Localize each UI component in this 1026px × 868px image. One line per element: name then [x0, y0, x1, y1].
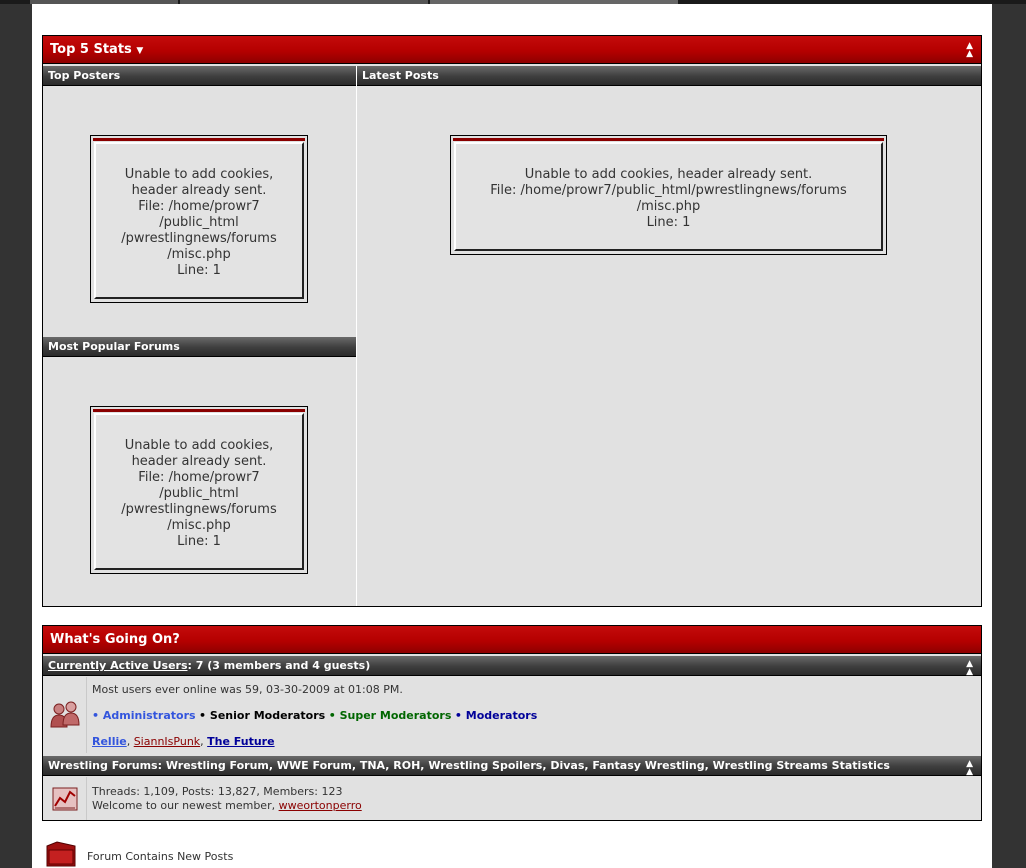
error-line: File: /home/prowr7/public_html/pwrestlin…: [490, 183, 847, 198]
error-line: header already sent.: [131, 183, 267, 198]
usergroup-legend: • Administrators • Senior Moderators • S…: [92, 709, 537, 722]
top-posters-error: Unable to add cookies, header already se…: [90, 135, 308, 303]
top-stats-header[interactable]: Top 5 Stats ▼ ▲ ▲: [43, 36, 981, 64]
member-link[interactable]: The Future: [207, 735, 274, 748]
statistics-chart-icon: [52, 787, 78, 811]
most-users-text: Most users ever online was 59, 03-30-200…: [92, 683, 403, 696]
legend-administrators[interactable]: • Administrators: [92, 709, 196, 722]
error-line: Line: 1: [177, 534, 221, 549]
error-line: Unable to add cookies, header already se…: [524, 167, 813, 182]
wgo-title: What's Going On?: [50, 632, 180, 647]
forum-stats-header: Wrestling Forums: Wrestling Forum, WWE F…: [43, 756, 981, 777]
newest-member-line: Welcome to our newest member, wweortonpe…: [92, 799, 362, 812]
member-link[interactable]: SiannIsPunk: [134, 735, 200, 748]
active-users-header: Currently Active Users: 7 (3 members and…: [43, 656, 981, 677]
error-line: /pwrestlingnews/forums: [121, 231, 277, 246]
users-online-icon: [50, 701, 80, 728]
legend-senior-moderators[interactable]: • Senior Moderators: [199, 709, 325, 722]
collapse-icon[interactable]: ▲ ▲: [966, 760, 973, 777]
wgo-header: What's Going On?: [43, 626, 981, 654]
active-users-link[interactable]: Currently Active Users: [48, 659, 188, 672]
error-line: /misc.php: [167, 518, 231, 533]
error-line: File: /home/prowr7: [138, 470, 260, 485]
legend-super-moderators[interactable]: • Super Moderators: [329, 709, 452, 722]
active-users-count: : 7 (3 members and 4 guests): [187, 659, 371, 672]
error-line: Line: 1: [177, 263, 221, 278]
latest-posts-header: Latest Posts: [357, 66, 981, 86]
error-line: /public_html: [159, 215, 239, 230]
popular-forums-header: Most Popular Forums: [43, 337, 356, 357]
top-posters-header: Top Posters: [43, 66, 356, 86]
error-line: File: /home/prowr7: [138, 199, 260, 214]
welcome-text: Welcome to our newest member,: [92, 799, 279, 812]
error-line: /public_html: [159, 486, 239, 501]
member-link[interactable]: Rellie: [92, 735, 127, 748]
new-posts-legend-label: Forum Contains New Posts: [87, 850, 234, 863]
top-stats-panel: Top 5 Stats ▼ ▲ ▲ Top Posters Latest Post…: [42, 35, 982, 607]
error-line: /misc.php: [167, 247, 231, 262]
forum-stats-title: Wrestling Forums: Wrestling Forum, WWE F…: [48, 759, 890, 772]
error-line: /pwrestlingnews/forums: [121, 502, 277, 517]
legend-moderators[interactable]: • Moderators: [455, 709, 537, 722]
collapse-icon[interactable]: ▲ ▲: [966, 42, 973, 59]
users-icon-cell: [43, 677, 87, 753]
active-users-body: Most users ever online was 59, 03-30-200…: [88, 677, 981, 753]
new-posts-folder-icon: [46, 841, 76, 867]
top-stats-title[interactable]: Top 5 Stats ▼: [50, 42, 143, 57]
error-line: Unable to add cookies,: [124, 167, 274, 182]
online-members-list: Rellie, SiannIsPunk, The Future: [92, 735, 275, 748]
column-divider: [356, 66, 357, 606]
error-line: Line: 1: [646, 215, 691, 230]
forum-stats-text: Threads: 1,109, Posts: 13,827, Members: …: [92, 785, 343, 798]
error-line: /misc.php: [636, 199, 701, 214]
newest-member-link[interactable]: wweortonperro: [279, 799, 362, 812]
error-line: header already sent.: [131, 454, 267, 469]
error-line: Unable to add cookies,: [124, 438, 274, 453]
forum-stats-body: Threads: 1,109, Posts: 13,827, Members: …: [88, 777, 981, 820]
dropdown-arrow-icon[interactable]: ▼: [136, 46, 143, 56]
latest-posts-error: Unable to add cookies, header already se…: [450, 135, 887, 255]
forum-page: Top 5 Stats ▼ ▲ ▲ Top Posters Latest Post…: [32, 4, 992, 868]
stats-icon-cell: [43, 777, 87, 820]
popular-forums-error: Unable to add cookies, header already se…: [90, 406, 308, 574]
collapse-icon[interactable]: ▲ ▲: [966, 660, 973, 677]
whats-going-on-panel: What's Going On? Currently Active Users:…: [42, 625, 982, 821]
